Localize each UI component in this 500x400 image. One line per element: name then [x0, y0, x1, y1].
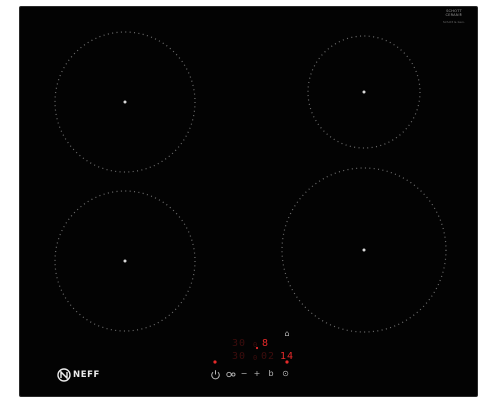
- zone-indicator-dots: [213, 346, 289, 364]
- zone-select-icon[interactable]: [226, 371, 236, 378]
- minus-button[interactable]: −: [240, 370, 248, 378]
- zone-indicator-dot: [213, 360, 217, 364]
- zone-indicator-dot: [285, 360, 289, 364]
- power-icon[interactable]: [210, 369, 221, 380]
- zone-indicator-dot: [255, 346, 259, 350]
- timer-button[interactable]: ⊙: [281, 370, 290, 378]
- boost-button[interactable]: b: [267, 370, 275, 378]
- plus-button[interactable]: +: [253, 370, 261, 378]
